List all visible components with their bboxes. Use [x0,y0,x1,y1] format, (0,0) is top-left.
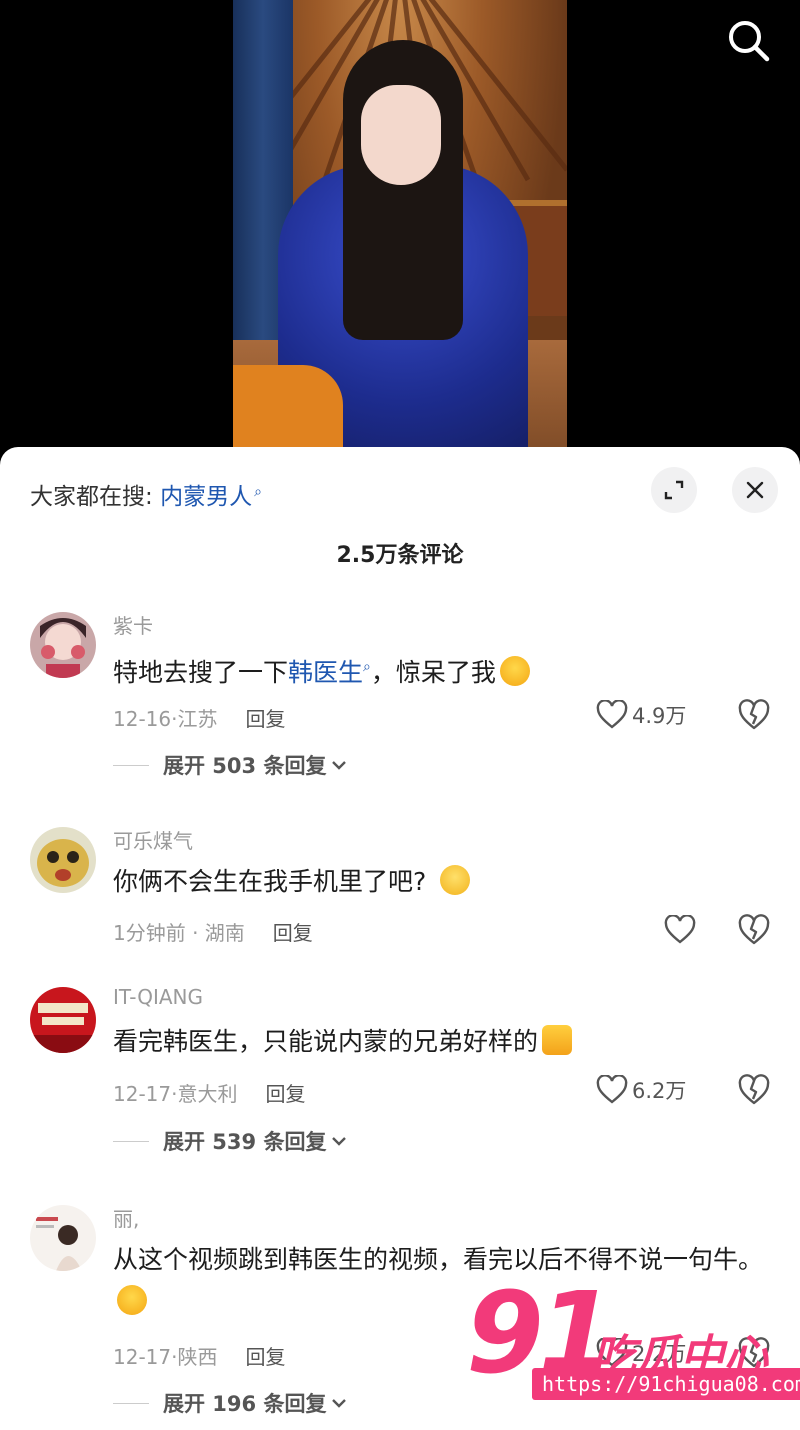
heart-icon [664,915,696,944]
person-face [361,85,441,185]
comment-date-location: 12-17·陕西 [113,1345,218,1369]
dislike-icon[interactable] [737,698,771,732]
comment-count: 2.5万条评论 [336,543,464,568]
heart-icon [596,1075,628,1104]
comment-meta: 12-17·意大利 回复 [113,1078,305,1107]
thumbs-up-emoji [542,1025,573,1055]
like-count: 6.2万 [632,1079,687,1103]
keyword-search-icon: ⌕ [363,659,371,675]
comment-meta: 1分钟前 · 湖南 回复 [113,917,313,946]
expand-panel-button[interactable] [651,467,697,513]
comment-date-location: 1分钟前 · 湖南 [113,921,245,945]
expand-replies-button[interactable]: 展开 196 条回复 [113,1388,348,1418]
chevron-down-icon [332,761,347,770]
hot-search-prefix: 大家都在搜: [30,484,153,510]
video-frame[interactable] [233,0,567,460]
comment-text: 你俩不会生在我手机里了吧? [113,861,773,903]
crying-laugh-emoji [499,656,530,686]
hot-search-keyword[interactable]: 内蒙男人 [160,484,252,510]
comment-text: 看完韩医生，只能说内蒙的兄弟好样的 [113,1021,773,1063]
comment-username[interactable]: 紫卡 [113,610,153,639]
comment-text-part: 特地去搜了一下 [113,658,289,687]
like-button[interactable]: 6.2万 [596,1075,686,1105]
avatar[interactable] [30,612,96,678]
comment-meta: 12-17·陕西 回复 [113,1341,285,1370]
close-icon [746,481,764,499]
search-icon[interactable] [722,14,776,68]
site-watermark: 91 吃瓜中心 https://91chigua08.com [466,1278,800,1408]
comment-date-location: 12-16·江苏 [113,707,218,731]
video-player[interactable] [0,0,800,460]
comment-text-part: 你俩不会生在我手机里了吧? [113,867,427,896]
pleading-emoji [440,865,471,895]
reply-button[interactable]: 回复 [265,1082,305,1106]
expand-replies-label: 展开 196 条回复 [163,1392,327,1416]
comment-username[interactable]: 可乐煤气 [113,825,193,854]
comment-username[interactable]: 丽, [113,1203,139,1232]
hot-search-bar[interactable]: 大家都在搜: 内蒙男人 ⌕ [30,477,262,511]
avatar[interactable] [30,987,96,1053]
like-button[interactable]: 4.9万 [596,700,686,730]
keyword-search-icon: ⌕ [254,484,262,500]
comment-keyword-link[interactable]: 韩医生 [288,658,363,687]
chevron-down-icon [332,1137,347,1146]
dislike-icon[interactable] [737,913,771,947]
avatar[interactable] [30,1205,96,1271]
comment-text: 特地去搜了一下韩医生⌕，惊呆了我 [113,646,773,694]
like-count: 4.9万 [632,704,687,728]
reply-button[interactable]: 回复 [273,921,313,945]
expand-replies-button[interactable]: 展开 503 条回复 [113,750,348,780]
expand-replies-button[interactable]: 展开 539 条回复 [113,1126,348,1156]
comment-date-location: 12-17·意大利 [113,1082,238,1106]
avatar[interactable] [30,827,96,893]
reply-button[interactable]: 回复 [245,707,285,731]
like-button[interactable] [664,915,696,945]
comment-text-part: ，惊呆了我 [370,658,496,687]
expand-replies-label: 展开 503 条回复 [163,754,327,778]
comment-username[interactable]: IT-QIANG [113,985,203,1009]
reply-button[interactable]: 回复 [245,1345,285,1369]
close-panel-button[interactable] [732,467,778,513]
dislike-icon[interactable] [737,1073,771,1107]
chevron-down-icon [332,1399,347,1408]
comment-meta: 12-16·江苏 回复 [113,703,285,732]
crying-laugh-emoji [117,1285,147,1315]
expand-replies-label: 展开 539 条回复 [163,1130,327,1154]
watermark-url: https://91chigua08.com [532,1368,800,1400]
heart-icon [596,700,628,729]
expand-icon [664,480,684,500]
comment-text-part: 看完韩医生，只能说内蒙的兄弟好样的 [113,1027,539,1056]
orange-cloth [233,365,343,460]
comment-text-part: 从这个视频跳到韩医生的视频，看完以后不得不说一句牛。 [113,1245,764,1274]
